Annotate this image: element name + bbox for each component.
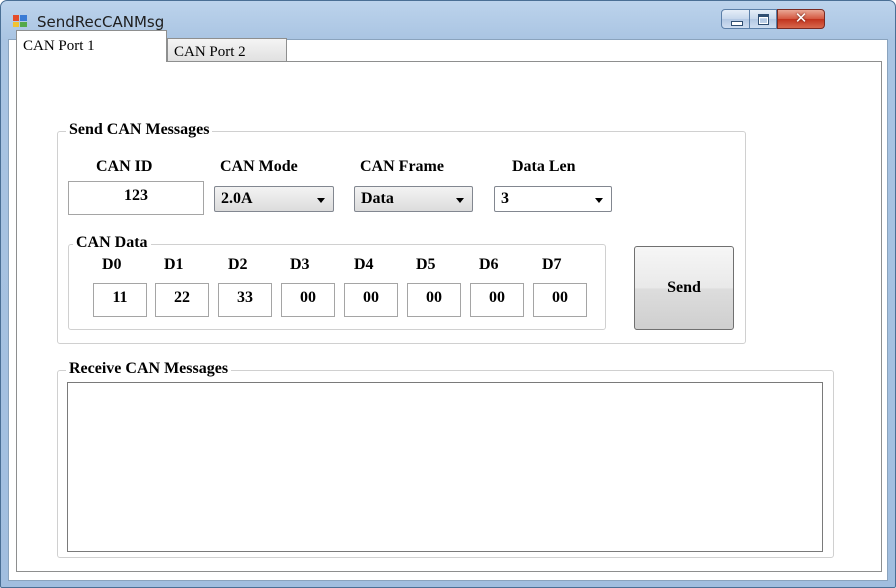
- can-frame-label: CAN Frame: [360, 158, 444, 175]
- d6-input[interactable]: 00: [470, 283, 524, 317]
- close-button[interactable]: ✕: [777, 9, 825, 29]
- d3-input[interactable]: 00: [281, 283, 335, 317]
- can-frame-select[interactable]: Data: [354, 186, 473, 212]
- can-mode-value: 2.0A: [221, 190, 253, 207]
- d4-input[interactable]: 00: [344, 283, 398, 317]
- receive-group-legend: Receive CAN Messages: [66, 360, 232, 378]
- data-len-select[interactable]: 3: [494, 186, 612, 212]
- chevron-down-icon: [595, 198, 603, 203]
- can-mode-label: CAN Mode: [220, 158, 298, 175]
- can-frame-value: Data: [361, 190, 394, 207]
- d7-input[interactable]: 00: [533, 283, 587, 317]
- d1-label: D1: [164, 256, 184, 273]
- data-len-label: Data Len: [512, 158, 576, 175]
- maximize-icon: [758, 14, 769, 25]
- chevron-down-icon: [456, 198, 464, 203]
- tab-can-port-1[interactable]: CAN Port 1: [16, 30, 167, 62]
- can-id-input[interactable]: 123: [68, 181, 204, 215]
- send-button[interactable]: Send: [634, 246, 734, 330]
- minimize-button[interactable]: [721, 9, 750, 29]
- d5-label: D5: [416, 256, 436, 273]
- d2-label: D2: [228, 256, 248, 273]
- can-id-label: CAN ID: [96, 158, 153, 175]
- d0-input[interactable]: 11: [93, 283, 147, 317]
- d5-input[interactable]: 00: [407, 283, 461, 317]
- data-len-value: 3: [501, 190, 509, 207]
- d6-label: D6: [479, 256, 499, 273]
- d7-label: D7: [542, 256, 562, 273]
- d3-label: D3: [290, 256, 310, 273]
- minimize-icon: [731, 21, 743, 26]
- receive-messages-list[interactable]: [67, 382, 823, 552]
- close-icon: ✕: [794, 9, 808, 27]
- maximize-button[interactable]: [750, 9, 777, 29]
- d4-label: D4: [354, 256, 374, 273]
- can-data-group: CAN Data: [68, 234, 606, 330]
- send-group-legend: Send CAN Messages: [66, 121, 213, 139]
- app-icon[interactable]: [13, 15, 27, 27]
- window-title: SendRecCANMsg: [37, 13, 165, 31]
- d0-label: D0: [102, 256, 122, 273]
- chevron-down-icon: [317, 198, 325, 203]
- d2-input[interactable]: 33: [218, 283, 272, 317]
- d1-input[interactable]: 22: [155, 283, 209, 317]
- can-data-legend: CAN Data: [73, 234, 151, 252]
- can-mode-select[interactable]: 2.0A: [214, 186, 334, 212]
